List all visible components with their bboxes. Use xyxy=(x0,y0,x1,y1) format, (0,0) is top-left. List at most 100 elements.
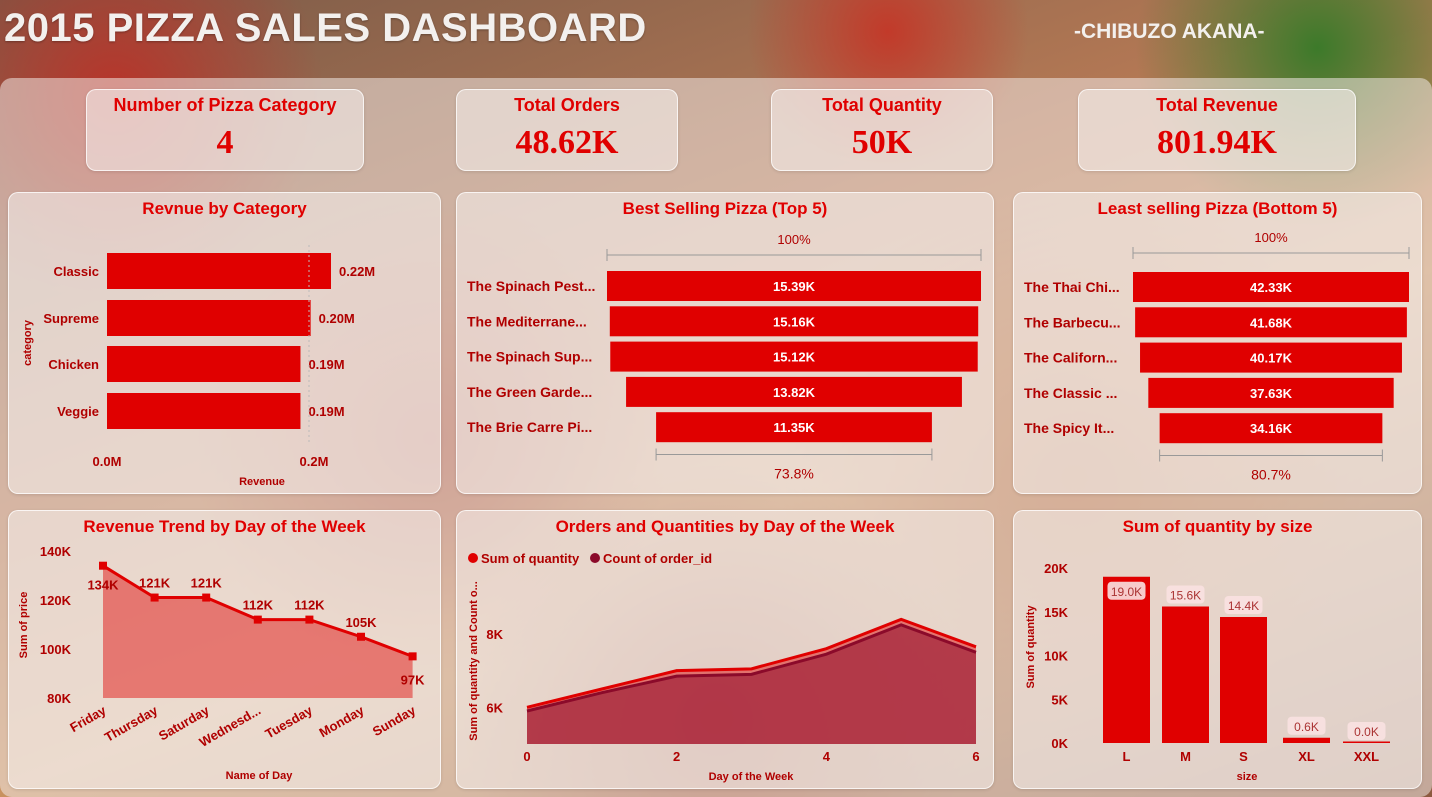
category-label: Veggie xyxy=(57,404,99,419)
kpi-value: 4 xyxy=(216,124,234,161)
x-tick-label: Monday xyxy=(316,702,367,740)
data-label: 0.19M xyxy=(308,404,344,419)
data-label: 0.20M xyxy=(319,311,355,326)
data-label: 112K xyxy=(243,598,274,613)
y-axis-title: category xyxy=(22,319,34,366)
data-label: 41.68K xyxy=(1250,315,1293,330)
x-tick-label: Friday xyxy=(67,702,109,735)
kpi-value: 801.94K xyxy=(1157,124,1277,161)
category-label: Classic xyxy=(53,264,99,279)
category-label: The Barbecu... xyxy=(1024,314,1120,330)
bar xyxy=(107,346,301,382)
funnel-bottom-label: 73.8% xyxy=(774,466,814,482)
data-label: 134K xyxy=(87,578,119,593)
chart-revenue-trend: 134K 121K 121K 112K 112K 105K 97K 80K 100K 120K 14… xyxy=(18,544,425,782)
panel-least-selling[interactable]: Least selling Pizza (Bottom 5) 100% 42.33… xyxy=(1013,192,1422,494)
kpi-card-category[interactable]: Number of Pizza Category 4 xyxy=(86,89,364,171)
legend-marker xyxy=(468,553,478,563)
category-label: The Spinach Sup... xyxy=(467,349,592,365)
kpi-label: Total Revenue xyxy=(1156,95,1278,115)
y-tick-label: 0K xyxy=(1051,736,1068,751)
data-label: 0.0K xyxy=(1354,725,1379,739)
chart-revenue-by-category: Classic 0.22M Supreme 0.20M Chicken 0.19M Vegg… xyxy=(22,245,375,488)
bar xyxy=(1220,617,1267,743)
x-tick-label: XL xyxy=(1298,749,1315,764)
bar xyxy=(107,393,301,429)
data-point xyxy=(99,561,107,570)
x-tick-label: 0.2M xyxy=(300,454,329,469)
x-tick-label: Sunday xyxy=(370,702,419,739)
kpi-card-quantity[interactable]: Total Quantity 50K xyxy=(771,89,993,171)
kpi-card-revenue[interactable]: Total Revenue 801.94K xyxy=(1078,89,1356,171)
x-tick-label: S xyxy=(1239,749,1248,764)
data-label: 40.17K xyxy=(1250,351,1293,366)
kpi-value: 50K xyxy=(851,124,913,161)
dashboard-title: 2015 PIZZA SALES DASHBOARD xyxy=(4,6,647,50)
kpi-label: Total Orders xyxy=(514,95,620,115)
data-label: 0.6K xyxy=(1294,720,1319,734)
data-label: 13.82K xyxy=(773,385,816,400)
bar xyxy=(1162,606,1209,743)
x-axis-title: Day of the Week xyxy=(709,771,795,783)
y-axis-title: Sum of price xyxy=(18,592,30,659)
y-tick-label: 140K xyxy=(40,544,72,559)
kpi-value: 48.62K xyxy=(515,124,619,161)
data-label: 97K xyxy=(401,672,425,687)
panel-qty-by-size[interactable]: Sum of quantity by size 0K 5K 10K 15K 20K 19.… xyxy=(1013,510,1422,789)
bar xyxy=(1283,737,1330,743)
x-axis-title: size xyxy=(1237,771,1258,783)
x-tick-label: XXL xyxy=(1354,749,1379,764)
chart-best-selling: 100% 15.39K The Spinach Pest... 15.16K The M… xyxy=(467,232,982,482)
x-tick-label: L xyxy=(1123,749,1131,764)
data-label: 112K xyxy=(294,598,325,613)
y-axis-title: Sum of quantity xyxy=(1025,605,1037,689)
category-label: The Spicy It... xyxy=(1024,420,1114,436)
y-tick-label: 100K xyxy=(40,642,72,657)
x-axis-title: Name of Day xyxy=(226,770,294,782)
x-tick-label: Thursday xyxy=(102,702,161,745)
y-tick-label: 5K xyxy=(1051,692,1068,707)
category-label: Supreme xyxy=(43,311,99,326)
funnel-bottom-label: 80.7% xyxy=(1251,467,1291,483)
data-label: 15.16K xyxy=(773,314,816,329)
category-label: The Thai Chi... xyxy=(1024,279,1120,295)
bar xyxy=(1343,741,1390,743)
x-tick-label: 6 xyxy=(972,749,979,764)
chart-orders-quantities: 6K 8K 0 2 4 6 Day of the Week Sum of quantity a… xyxy=(468,551,980,783)
legend-label: Sum of quantity xyxy=(481,551,580,566)
y-tick-label: 10K xyxy=(1044,649,1068,664)
panel-revenue-by-category[interactable]: Revnue by Category Classic 0.22M Supreme 0.… xyxy=(8,192,441,494)
category-label: Chicken xyxy=(48,357,99,372)
x-tick-label: Tuesday xyxy=(263,702,316,741)
data-label: 11.35K xyxy=(773,420,815,435)
y-tick-label: 15K xyxy=(1044,605,1068,620)
data-label: 34.16K xyxy=(1250,421,1293,436)
y-tick-label: 6K xyxy=(486,700,503,715)
data-label: 15.12K xyxy=(773,350,816,365)
data-point xyxy=(253,615,262,624)
legend-label: Count of order_id xyxy=(603,551,712,566)
panel-orders-quantities[interactable]: Orders and Quantities by Day of the Week… xyxy=(456,510,994,789)
legend-marker xyxy=(590,553,600,563)
y-tick-label: 8K xyxy=(486,627,503,642)
x-tick-label: 4 xyxy=(823,749,831,764)
area-fill xyxy=(527,624,976,744)
data-label: 14.4K xyxy=(1228,599,1259,613)
panel-revenue-trend[interactable]: Revenue Trend by Day of the Week 134K 121… xyxy=(8,510,441,789)
data-label: 37.63K xyxy=(1250,386,1293,401)
category-label: The Californ... xyxy=(1024,350,1117,366)
chart-qty-by-size: 0K 5K 10K 15K 20K 19.0K L 15.6K M 14.4K S 0.6K XL 0.0… xyxy=(1025,561,1390,783)
data-point xyxy=(357,632,365,641)
y-tick-label: 20K xyxy=(1044,561,1068,576)
x-tick-label: 2 xyxy=(673,749,680,764)
bar xyxy=(107,253,331,289)
bar xyxy=(1103,576,1150,743)
data-point xyxy=(408,652,417,661)
data-point xyxy=(305,615,314,624)
kpi-card-orders[interactable]: Total Orders 48.62K xyxy=(456,89,678,171)
data-label: 121K xyxy=(139,576,171,591)
data-label: 15.39K xyxy=(773,279,816,294)
data-point xyxy=(150,593,159,602)
panel-best-selling[interactable]: Best Selling Pizza (Top 5) 100% 15.39K The… xyxy=(456,192,994,494)
data-label: 0.19M xyxy=(308,357,344,372)
